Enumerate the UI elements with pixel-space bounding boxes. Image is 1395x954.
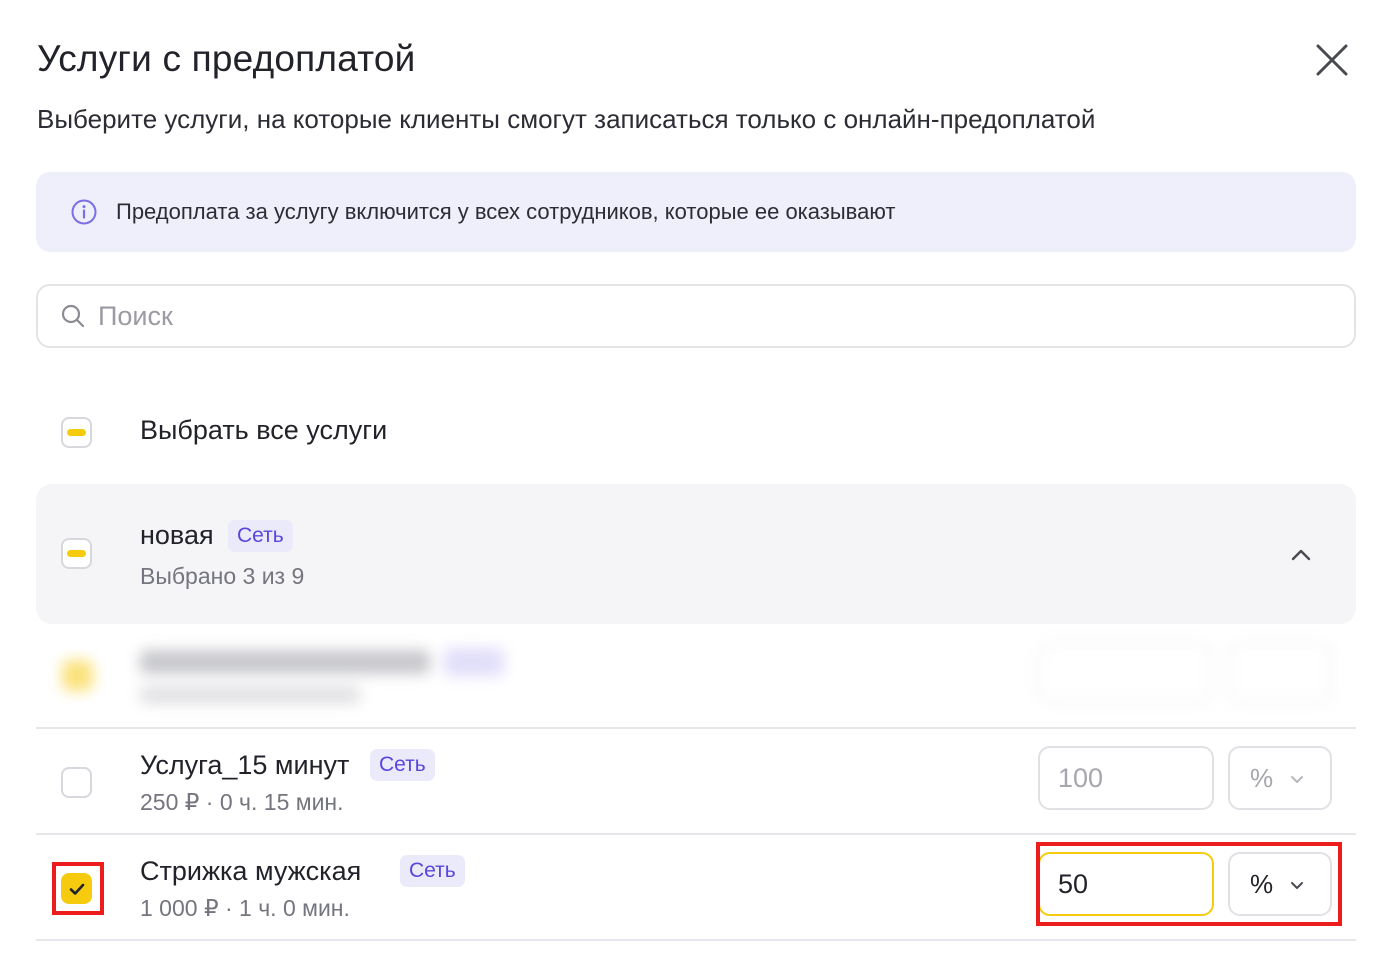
- service-checkbox[interactable]: [61, 873, 92, 904]
- blurred-amount: [1038, 642, 1212, 704]
- chevron-down-icon: [1291, 882, 1303, 889]
- unit-select[interactable]: %: [1228, 852, 1332, 916]
- prepayment-amount-input[interactable]: [1058, 762, 1188, 794]
- chevron-down-icon: [1291, 776, 1303, 783]
- search-icon: [61, 304, 85, 328]
- unit-value: %: [1250, 868, 1274, 899]
- service-meta: 1 000 ₽ · 1 ч. 0 мин.: [140, 895, 350, 921]
- service-checkbox[interactable]: [61, 767, 92, 798]
- info-banner: Предоплата за услугу включится у всех со…: [36, 172, 1356, 252]
- service-name: Услуга_15 минут: [140, 750, 350, 780]
- close-button[interactable]: [1312, 40, 1352, 80]
- modal-title: Услуги с предоплатой: [37, 38, 416, 79]
- search-box: [36, 284, 1356, 348]
- indeterminate-mark: [67, 550, 86, 557]
- select-all-checkbox[interactable]: [61, 417, 92, 448]
- unit-select[interactable]: %: [1228, 746, 1332, 810]
- blurred-meta: [140, 686, 360, 704]
- group-selected-count: Выбрано 3 из 9: [140, 563, 305, 589]
- chevron-up-icon[interactable]: [1288, 542, 1314, 568]
- group-badge: Сеть: [228, 520, 293, 552]
- search-input[interactable]: [98, 300, 1298, 332]
- row-divider: [36, 727, 1356, 729]
- close-icon: [1316, 44, 1348, 76]
- prepayment-services-modal: Услуги с предоплатой Выберите услуги, на…: [0, 0, 1395, 954]
- blurred-badge: [444, 648, 504, 676]
- info-icon: [71, 199, 97, 225]
- row-divider: [36, 939, 1356, 941]
- blurred-checkbox: [62, 660, 93, 691]
- service-meta: 250 ₽ · 0 ч. 15 мин.: [140, 789, 344, 815]
- info-text: Предоплата за услугу включится у всех со…: [116, 199, 896, 224]
- prepayment-amount-field[interactable]: [1038, 746, 1214, 810]
- select-all-label[interactable]: Выбрать все услуги: [140, 415, 387, 446]
- check-icon: [69, 883, 84, 895]
- row-divider: [36, 833, 1356, 835]
- service-name: Стрижка мужская: [140, 856, 362, 886]
- blurred-service-row: [36, 630, 1356, 726]
- unit-value: %: [1250, 762, 1274, 793]
- prepayment-amount-input[interactable]: [1058, 868, 1188, 900]
- indeterminate-mark: [67, 429, 86, 436]
- prepayment-amount-field[interactable]: [1038, 852, 1214, 916]
- service-badge: Сеть: [400, 855, 465, 887]
- group-name: новая: [140, 520, 214, 550]
- blurred-unit: [1228, 642, 1332, 704]
- blurred-name: [140, 650, 430, 674]
- group-checkbox[interactable]: [61, 538, 92, 569]
- service-badge: Сеть: [370, 749, 435, 781]
- modal-subtitle: Выберите услуги, на которые клиенты смог…: [37, 104, 1096, 134]
- service-group[interactable]: новая Сеть Выбрано 3 из 9: [36, 484, 1356, 624]
